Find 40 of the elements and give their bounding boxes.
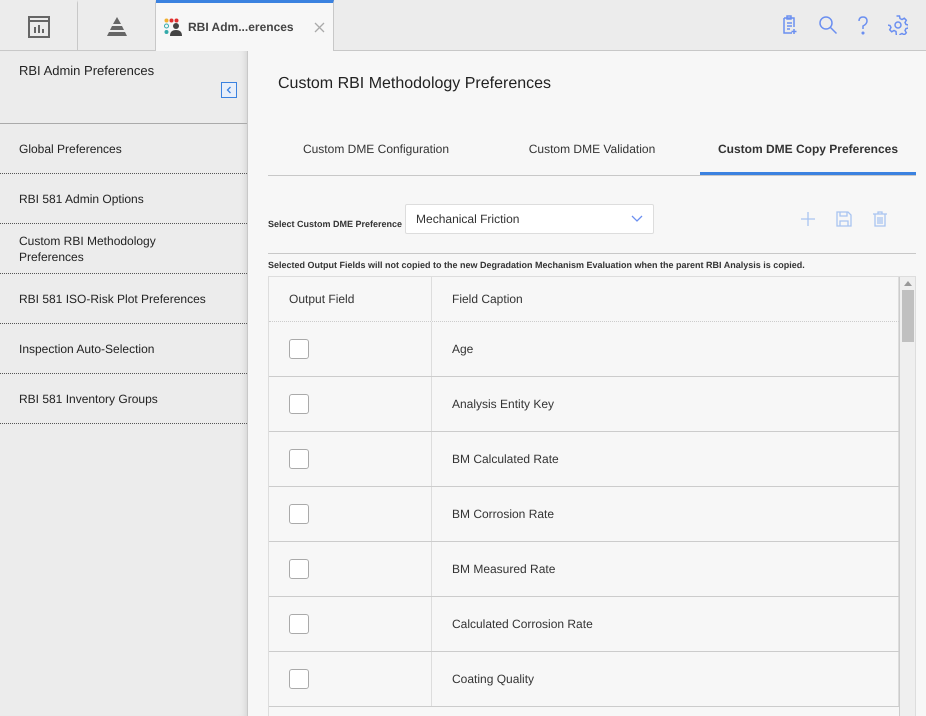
settings-icon[interactable] xyxy=(888,15,908,35)
tab-label: RBI Adm...erences xyxy=(188,20,295,34)
help-icon[interactable] xyxy=(856,15,870,35)
preference-dropdown[interactable]: Mechanical Friction xyxy=(405,204,654,234)
checkbox[interactable] xyxy=(289,559,309,579)
checkbox[interactable] xyxy=(289,449,309,469)
sidebar-item[interactable]: Custom RBI Methodology Preferences xyxy=(0,224,247,274)
trash-icon[interactable] xyxy=(872,210,888,226)
add-icon[interactable] xyxy=(800,210,816,226)
admin-icon xyxy=(164,18,182,36)
checkbox[interactable] xyxy=(289,669,309,689)
sidebar-item[interactable]: Global Preferences xyxy=(0,124,247,174)
sidebar-title: RBI Admin Preferences xyxy=(19,63,156,78)
pyramid-icon xyxy=(106,16,128,38)
close-icon[interactable] xyxy=(314,22,325,32)
scroll-up-icon[interactable] xyxy=(904,281,912,286)
sidebar-item[interactable]: RBI 581 Inventory Groups xyxy=(0,374,247,424)
page-tab[interactable]: RBI Adm...erences xyxy=(156,0,334,51)
scroll-thumb[interactable] xyxy=(902,290,914,342)
chart-icon xyxy=(28,16,50,38)
scrollbar[interactable] xyxy=(899,277,915,716)
checkbox[interactable] xyxy=(289,339,309,359)
search-icon[interactable] xyxy=(818,15,838,35)
save-icon[interactable] xyxy=(836,210,852,226)
checkbox[interactable] xyxy=(289,504,309,524)
chevron-left-icon xyxy=(226,86,232,94)
sidebar-item[interactable]: RBI 581 ISO-Risk Plot Preferences xyxy=(0,274,247,324)
collapse-button[interactable] xyxy=(221,82,237,98)
sidebar-item[interactable]: Inspection Auto-Selection xyxy=(0,324,247,374)
checkbox[interactable] xyxy=(289,394,309,414)
column-header: Output Field xyxy=(269,277,432,321)
tab[interactable]: Custom DME Configuration xyxy=(268,125,484,175)
page-title: Custom RBI Methodology Preferences xyxy=(278,75,552,94)
sidebar-item[interactable]: RBI 581 Admin Options xyxy=(0,174,247,224)
notice-text: Selected Output Fields will not copied to the new Degradation Mechanism Evaluation when the parent RBI Analysis is copied. xyxy=(268,260,806,270)
checkbox[interactable] xyxy=(289,614,309,634)
tab[interactable]: Custom DME Validation xyxy=(484,125,700,175)
select-label: Select Custom DME Preference xyxy=(268,218,402,228)
chevron-icon xyxy=(631,215,644,222)
tab[interactable]: Custom DME Copy Preferences xyxy=(700,125,916,175)
